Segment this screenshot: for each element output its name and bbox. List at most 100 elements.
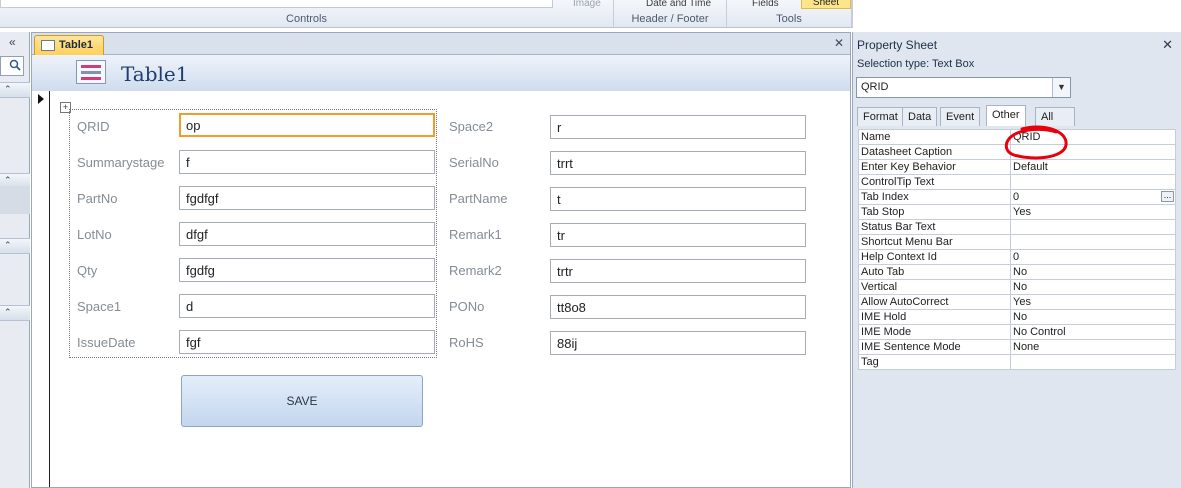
ribbon-group-label: Controls bbox=[286, 13, 327, 25]
label-serialno[interactable]: SerialNo bbox=[449, 155, 499, 170]
property-row[interactable]: Tag bbox=[858, 354, 1176, 370]
property-value[interactable]: QRID bbox=[1010, 129, 1176, 145]
selected-control-value: QRID bbox=[861, 81, 889, 93]
property-value[interactable] bbox=[1010, 219, 1176, 235]
collapse-icon: ⌃ bbox=[4, 84, 12, 94]
label-summarystage[interactable]: Summarystage bbox=[77, 155, 164, 170]
label-remark1[interactable]: Remark1 bbox=[449, 227, 502, 242]
builder-ellipsis-button[interactable]: ... bbox=[1161, 191, 1174, 202]
pono-textbox[interactable]: tt8o8 bbox=[550, 295, 806, 319]
tab-table1[interactable]: Table1 bbox=[34, 35, 104, 55]
record-selector[interactable] bbox=[33, 91, 50, 487]
property-name: IME Sentence Mode bbox=[858, 339, 1011, 355]
property-value[interactable]: No bbox=[1010, 279, 1176, 295]
label-space2[interactable]: Space2 bbox=[449, 119, 493, 134]
property-value[interactable] bbox=[1010, 234, 1176, 250]
rohs-textbox[interactable]: 88ij bbox=[550, 331, 806, 355]
label-remark2[interactable]: Remark2 bbox=[449, 263, 502, 278]
property-row[interactable]: Status Bar Text bbox=[858, 219, 1176, 235]
control-selector-dropdown[interactable]: QRID ▼ bbox=[856, 77, 1071, 98]
chevron-down-icon[interactable]: ▼ bbox=[1052, 78, 1070, 97]
label-pono[interactable]: PONo bbox=[449, 299, 484, 314]
property-value[interactable] bbox=[1010, 354, 1176, 370]
ribbon: Image Controls Date and Time Header / Fo… bbox=[0, 0, 1181, 28]
selection-type-label: Selection type: Text Box bbox=[857, 58, 975, 70]
label-partno[interactable]: PartNo bbox=[77, 191, 117, 206]
property-row[interactable]: Allow AutoCorrect Yes bbox=[858, 294, 1176, 310]
lotno-textbox[interactable]: dfgf bbox=[179, 222, 435, 246]
space1-textbox[interactable]: d bbox=[179, 294, 435, 318]
nav-selected-item[interactable] bbox=[0, 186, 30, 214]
remark2-textbox[interactable]: trtr bbox=[550, 259, 806, 283]
label-issuedate[interactable]: IssueDate bbox=[77, 335, 136, 350]
property-row[interactable]: Enter Key Behavior Default bbox=[858, 159, 1176, 175]
property-value[interactable]: Default bbox=[1010, 159, 1176, 175]
ribbon-group-header-footer: Header / Footer bbox=[614, 0, 727, 27]
label-qty[interactable]: Qty bbox=[77, 263, 97, 278]
form-header: Table1 bbox=[32, 55, 850, 91]
property-name: IME Mode bbox=[858, 324, 1011, 340]
label-partname[interactable]: PartName bbox=[449, 191, 508, 206]
partno-textbox[interactable]: fgdfgf bbox=[179, 186, 435, 210]
property-value[interactable]: No bbox=[1010, 264, 1176, 280]
property-row[interactable]: Name QRID bbox=[858, 129, 1176, 145]
property-row[interactable]: Help Context Id 0 bbox=[858, 249, 1176, 265]
tab-data[interactable]: Data bbox=[902, 107, 938, 126]
property-value-text: No Control bbox=[1013, 325, 1066, 338]
property-value-text: 0 bbox=[1013, 190, 1020, 203]
close-icon[interactable]: ✕ bbox=[834, 36, 844, 50]
qty-textbox[interactable]: fgdfg bbox=[179, 258, 435, 282]
save-button[interactable]: SAVE bbox=[181, 375, 423, 427]
property-row[interactable]: IME Mode No Control bbox=[858, 324, 1176, 340]
ribbon-group-label: Tools bbox=[776, 13, 802, 25]
label-space1[interactable]: Space1 bbox=[77, 299, 121, 314]
property-value-text: 0 bbox=[1013, 250, 1020, 263]
label-lotno[interactable]: LotNo bbox=[77, 227, 112, 242]
tab-all[interactable]: All bbox=[1035, 107, 1075, 126]
nav-group-header[interactable]: ⌃ bbox=[0, 238, 30, 254]
document-tab-bar: Table1 ✕ bbox=[32, 33, 850, 55]
property-row[interactable]: IME Hold No bbox=[858, 309, 1176, 325]
search-icon[interactable] bbox=[9, 59, 21, 71]
tab-format[interactable]: Format bbox=[857, 107, 904, 126]
property-row[interactable]: Tab Stop Yes bbox=[858, 204, 1176, 220]
ribbon-group-tools: Tools bbox=[727, 0, 852, 27]
summarystage-textbox[interactable]: f bbox=[179, 150, 435, 174]
property-value[interactable]: No Control bbox=[1010, 324, 1176, 340]
property-name: Vertical bbox=[858, 279, 1011, 295]
nav-group-header[interactable]: ⌃ bbox=[0, 305, 30, 321]
issuedate-textbox[interactable]: fgf bbox=[179, 330, 435, 354]
space2-textbox[interactable]: r bbox=[550, 115, 806, 139]
remark1-textbox[interactable]: tr bbox=[550, 223, 806, 247]
partname-textbox[interactable]: t bbox=[550, 187, 806, 211]
property-row[interactable]: Tab Index 0... bbox=[858, 189, 1176, 205]
property-value[interactable] bbox=[1010, 174, 1176, 190]
property-value[interactable] bbox=[1010, 144, 1176, 160]
property-name: IME Hold bbox=[858, 309, 1011, 325]
property-row[interactable]: ControlTip Text bbox=[858, 174, 1176, 190]
tab-event[interactable]: Event bbox=[940, 107, 981, 126]
property-value[interactable]: None bbox=[1010, 339, 1176, 355]
label-qrid[interactable]: QRID bbox=[77, 119, 110, 134]
property-value[interactable]: Yes bbox=[1010, 204, 1176, 220]
label-rohs[interactable]: RoHS bbox=[449, 335, 484, 350]
property-value[interactable]: No bbox=[1010, 309, 1176, 325]
shutter-bar-toggle-icon[interactable]: « bbox=[9, 35, 16, 49]
property-row[interactable]: IME Sentence Mode None bbox=[858, 339, 1176, 355]
property-value[interactable]: Yes bbox=[1010, 294, 1176, 310]
qrid-textbox[interactable]: op bbox=[179, 113, 435, 137]
property-value[interactable]: 0 bbox=[1010, 249, 1176, 265]
property-row[interactable]: Shortcut Menu Bar bbox=[858, 234, 1176, 250]
property-value[interactable]: 0... bbox=[1010, 189, 1176, 205]
tab-other[interactable]: Other bbox=[986, 105, 1026, 126]
property-row[interactable]: Auto Tab No bbox=[858, 264, 1176, 280]
property-value-text: No bbox=[1013, 280, 1028, 293]
serialno-textbox[interactable]: trrt bbox=[550, 151, 806, 175]
nav-group-header[interactable]: ⌃ bbox=[0, 82, 30, 98]
form-title[interactable]: Table1 bbox=[121, 62, 188, 86]
property-row[interactable]: Datasheet Caption bbox=[858, 144, 1176, 160]
property-sheet-title: Property Sheet bbox=[857, 38, 938, 52]
property-row[interactable]: Vertical No bbox=[858, 279, 1176, 295]
close-icon[interactable]: ✕ bbox=[1162, 37, 1173, 53]
property-name: Status Bar Text bbox=[858, 219, 1011, 235]
